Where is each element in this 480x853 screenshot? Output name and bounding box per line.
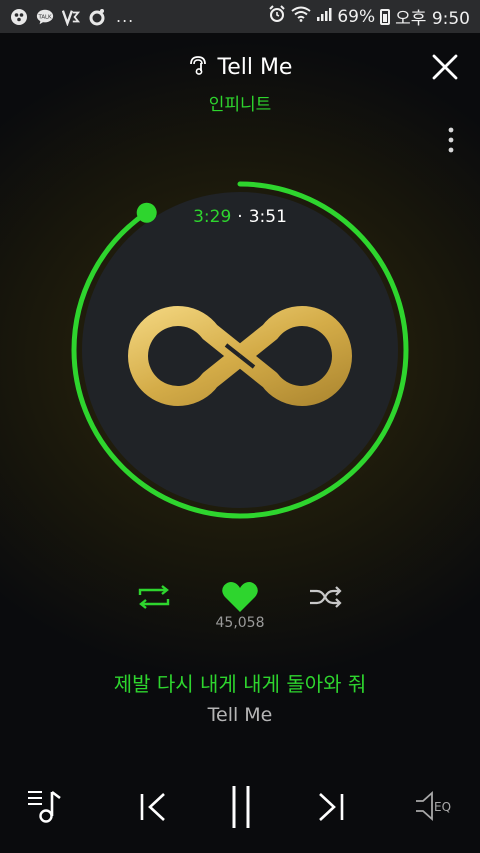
- close-icon: [432, 54, 458, 80]
- now-playing-header: Tell Me 인피니트: [0, 50, 480, 115]
- next-icon: [319, 793, 344, 821]
- like-count: 45,058: [215, 615, 265, 631]
- ring-icon: [88, 8, 106, 26]
- v3-icon: [62, 8, 80, 26]
- next-button[interactable]: [316, 792, 346, 822]
- next-lyric[interactable]: Tell Me: [0, 704, 480, 726]
- kakaotalk-label: TALK: [37, 14, 52, 20]
- repeat-icon: [138, 585, 170, 609]
- previous-icon: [140, 793, 165, 821]
- artist-name[interactable]: 인피니트: [0, 90, 480, 115]
- album-disc: [70, 180, 410, 520]
- signal-icon: [316, 6, 332, 27]
- shuffle-button[interactable]: [308, 584, 344, 610]
- battery-percent: 69%: [337, 6, 376, 27]
- pause-icon: [232, 786, 250, 828]
- status-time: 오후 9:50: [395, 9, 470, 29]
- alarm-icon: [268, 5, 286, 28]
- kakaotalk-icon: TALK: [36, 8, 54, 26]
- time-display: 3:29 · 3:51: [0, 207, 480, 227]
- bbm-icon: [10, 8, 28, 26]
- eq-label: EQ: [434, 800, 452, 814]
- close-button[interactable]: [428, 50, 462, 84]
- song-note-icon: [188, 54, 210, 80]
- playback-controls: [0, 780, 480, 836]
- status-bar: TALK ... 69% 오후 9:50: [0, 0, 480, 33]
- previous-button[interactable]: [138, 792, 168, 822]
- wifi-icon: [291, 6, 311, 27]
- pause-button[interactable]: [228, 784, 254, 830]
- current-lyric[interactable]: 제발 다시 내게 내게 돌아와 줘: [0, 668, 480, 697]
- battery-icon: [380, 8, 391, 25]
- playlist-button[interactable]: [26, 786, 68, 826]
- more-vertical-icon: [448, 127, 454, 153]
- shuffle-icon: [310, 586, 342, 608]
- repeat-button[interactable]: [136, 584, 172, 610]
- action-row: [0, 578, 480, 618]
- playlist-icon: [28, 790, 61, 823]
- more-notifications: ...: [116, 7, 135, 26]
- current-time: 3:29: [193, 207, 232, 227]
- more-options-button[interactable]: [444, 126, 458, 154]
- total-time: 3:51: [248, 207, 287, 227]
- like-button[interactable]: [221, 580, 259, 614]
- song-title: Tell Me: [217, 54, 293, 80]
- heart-icon: [222, 581, 258, 612]
- time-separator: ·: [237, 207, 243, 227]
